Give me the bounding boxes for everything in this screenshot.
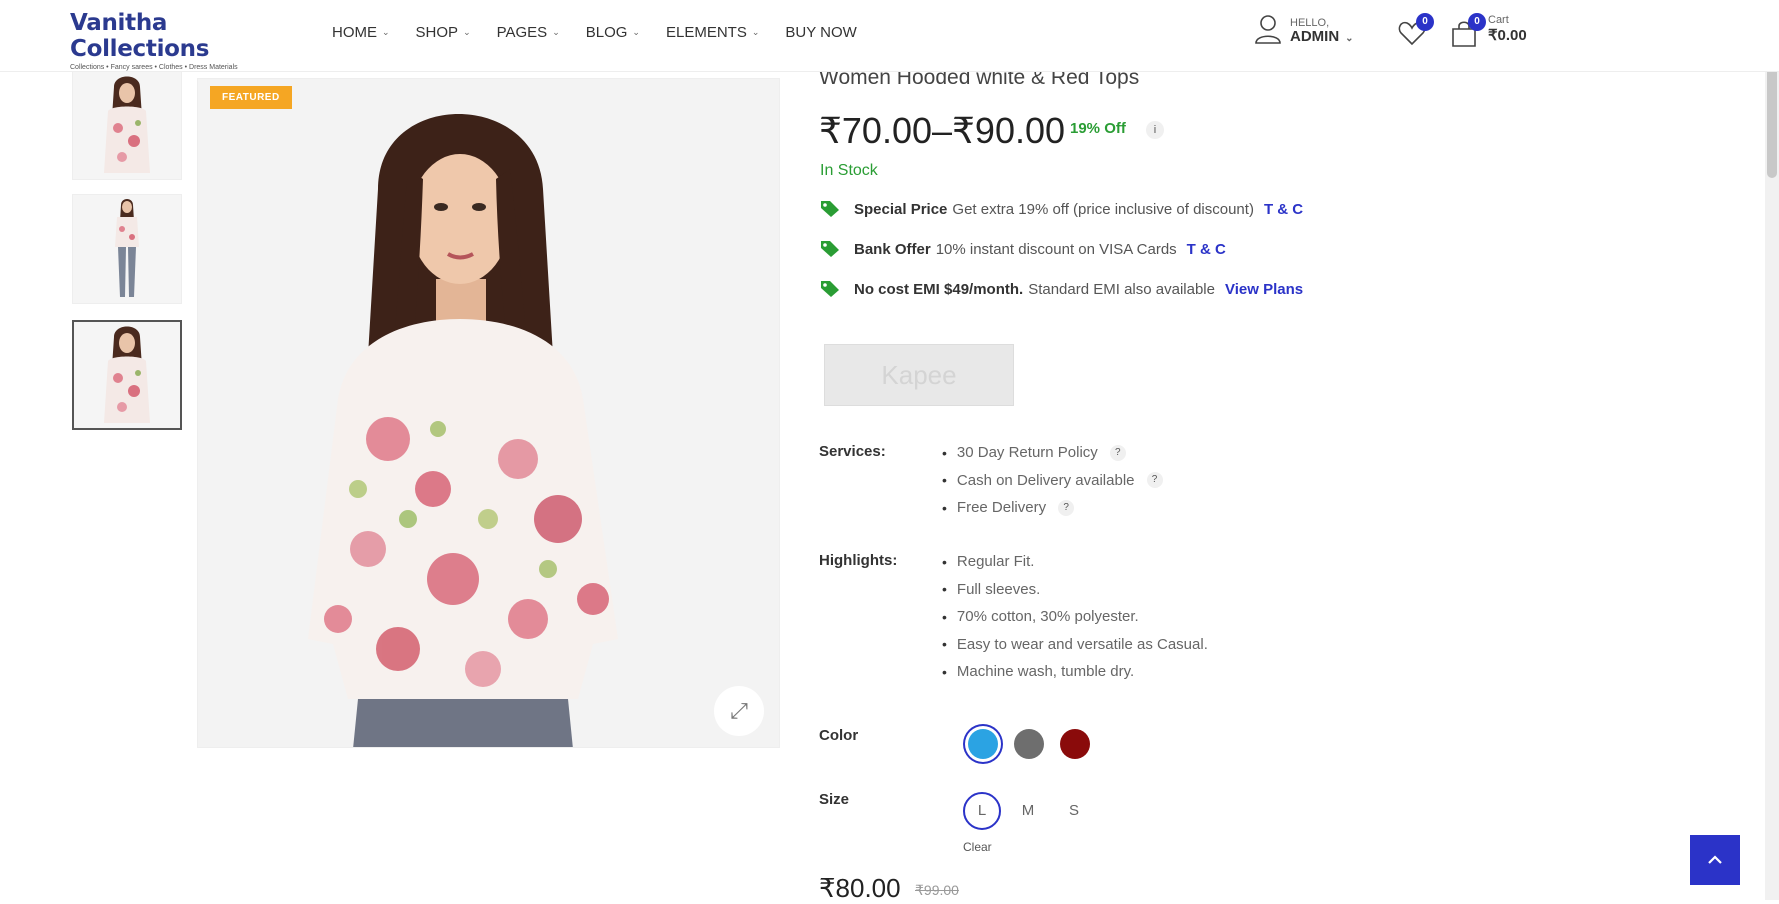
- product-main-image[interactable]: [197, 78, 780, 748]
- main-nav: HOME ⌄ SHOP ⌄ PAGES ⌄ BLOG ⌄ ELEMENTS ⌄ BUY N…: [332, 24, 883, 41]
- nav-blog[interactable]: BLOG ⌄: [586, 24, 640, 41]
- nav-home-label: HOME: [332, 24, 377, 41]
- stock-status: In Stock: [820, 162, 878, 179]
- cart-button[interactable]: 0: [1450, 13, 1486, 53]
- nav-pages-label: PAGES: [496, 24, 548, 41]
- list-item: 30 Day Return Policy?: [942, 439, 1163, 467]
- cart-label: Cart: [1488, 14, 1509, 26]
- chevron-down-icon: ⌄: [552, 27, 560, 37]
- user-icon: [1254, 14, 1282, 49]
- offer-terms-link[interactable]: T & C: [1187, 241, 1226, 258]
- highlights-label: Highlights:: [819, 552, 898, 569]
- chevron-up-icon: [1708, 855, 1722, 864]
- color-swatch-red[interactable]: [1060, 729, 1090, 759]
- account-menu[interactable]: HELLO, ADMIN ⌄: [1254, 14, 1354, 49]
- chevron-down-icon: ⌄: [751, 27, 760, 37]
- list-item: 70% cotton, 30% polyester.: [942, 603, 1208, 631]
- tag-icon: [821, 281, 839, 297]
- view-plans-link[interactable]: View Plans: [1225, 281, 1303, 298]
- size-label: Size: [819, 791, 850, 808]
- list-item: Easy to wear and versatile as Casual.: [942, 631, 1208, 659]
- wishlist-button[interactable]: 0: [1398, 13, 1434, 51]
- service-text: Free Delivery: [956, 499, 1047, 517]
- discount-label: 19% Off: [1070, 120, 1126, 137]
- product-thumbnail-1[interactable]: [72, 70, 182, 180]
- services-label: Services:: [819, 443, 886, 460]
- featured-badge: FEATURED: [210, 86, 292, 109]
- offer-text: 10% instant discount on VISA Cards: [935, 240, 1177, 258]
- site-logo[interactable]: Vanitha Collections Collections • Fancy …: [70, 10, 310, 71]
- product-thumbnail-image: [104, 326, 150, 423]
- size-option-s[interactable]: S: [1055, 792, 1093, 830]
- site-header: Vanitha Collections Collections • Fancy …: [0, 0, 1779, 72]
- nav-buy-now[interactable]: BUY NOW: [785, 24, 856, 41]
- nav-blog-label: BLOG: [585, 24, 628, 41]
- help-icon[interactable]: ?: [1058, 499, 1075, 516]
- offer-text: Get extra 19% off (price inclusive of di…: [952, 200, 1254, 218]
- product-thumbnail-image: [115, 199, 139, 297]
- selected-price: ₹80.00: [819, 873, 901, 903]
- offer-special-price: Special Price Get extra 19% off (price i…: [820, 200, 1303, 218]
- size-option-l[interactable]: L: [963, 792, 1001, 830]
- help-icon[interactable]: ?: [1109, 444, 1126, 461]
- size-option-m[interactable]: M: [1009, 792, 1047, 830]
- back-to-top-button[interactable]: [1690, 835, 1740, 885]
- page-scrollbar[interactable]: [1765, 0, 1779, 900]
- list-item: Free Delivery?: [942, 494, 1163, 522]
- cart-summary[interactable]: Cart ₹0.00: [1488, 14, 1527, 44]
- user-name: ADMIN ⌄: [1290, 29, 1354, 46]
- nav-elements[interactable]: ELEMENTS ⌄: [666, 24, 759, 41]
- help-icon[interactable]: ?: [1146, 472, 1163, 489]
- info-icon[interactable]: i: [1146, 121, 1164, 139]
- heart-icon: [1398, 21, 1426, 50]
- user-name-label: ADMIN: [1290, 28, 1340, 46]
- list-item: Full sleeves.: [942, 576, 1208, 604]
- product-thumbnail-2[interactable]: [72, 194, 182, 304]
- nav-shop-label: SHOP: [415, 24, 459, 41]
- nav-shop[interactable]: SHOP ⌄: [416, 24, 471, 41]
- cart-count-badge: 0: [1468, 13, 1486, 31]
- offer-title: Special Price: [854, 200, 948, 218]
- list-item: Machine wash, tumble dry.: [942, 658, 1208, 686]
- list-item: Regular Fit.: [942, 548, 1208, 576]
- offer-terms-link[interactable]: T & C: [1264, 201, 1303, 218]
- list-item: Cash on Delivery available?: [942, 467, 1163, 495]
- nav-buy-now-label: BUY NOW: [785, 24, 857, 41]
- tag-icon: [821, 241, 839, 257]
- product-thumbnail-image: [104, 76, 150, 173]
- color-swatch-grey[interactable]: [1014, 729, 1044, 759]
- service-text: Cash on Delivery available: [956, 471, 1135, 489]
- offer-title: Bank Offer: [854, 240, 931, 258]
- color-swatch-blue[interactable]: [968, 729, 998, 759]
- service-text: 30 Day Return Policy: [956, 444, 1098, 462]
- chevron-down-icon: ⌄: [632, 27, 640, 37]
- cart-icon: [1450, 21, 1478, 52]
- offer-text: Standard EMI also available: [1028, 280, 1215, 298]
- clear-selection-link[interactable]: Clear: [963, 840, 992, 854]
- chevron-down-icon: ⌄: [382, 27, 390, 37]
- color-label: Color: [819, 727, 859, 744]
- logo-tagline: Collections • Fancy sarees • Clothes • D…: [70, 64, 238, 71]
- brand-logo[interactable]: Kapee: [824, 344, 1014, 406]
- offer-emi: No cost EMI $49/month. Standard EMI also…: [820, 280, 1303, 298]
- expand-icon[interactable]: ⤢: [714, 686, 764, 736]
- product-thumbnail-3[interactable]: [72, 320, 182, 430]
- tag-icon: [821, 201, 839, 217]
- highlights-list: Regular Fit. Full sleeves. 70% cotton, 3…: [942, 548, 1208, 686]
- chevron-down-icon: ⌄: [1345, 33, 1354, 45]
- chevron-down-icon: ⌄: [463, 27, 471, 37]
- product-photo: [198, 79, 779, 747]
- wishlist-count-badge: 0: [1416, 13, 1434, 31]
- nav-pages[interactable]: PAGES ⌄: [497, 24, 560, 41]
- product-price-range: ₹70.00–₹90.00: [819, 110, 1066, 151]
- nav-home[interactable]: HOME ⌄: [332, 24, 390, 41]
- services-list: 30 Day Return Policy? Cash on Delivery a…: [942, 439, 1163, 522]
- nav-elements-label: ELEMENTS: [665, 24, 747, 41]
- offer-bank: Bank Offer 10% instant discount on VISA …: [820, 240, 1226, 258]
- cart-amount: ₹0.00: [1488, 26, 1527, 44]
- original-price: ₹99.00: [915, 882, 959, 898]
- offer-title: No cost EMI $49/month.: [854, 280, 1024, 298]
- logo-title: Vanitha Collections: [70, 10, 210, 62]
